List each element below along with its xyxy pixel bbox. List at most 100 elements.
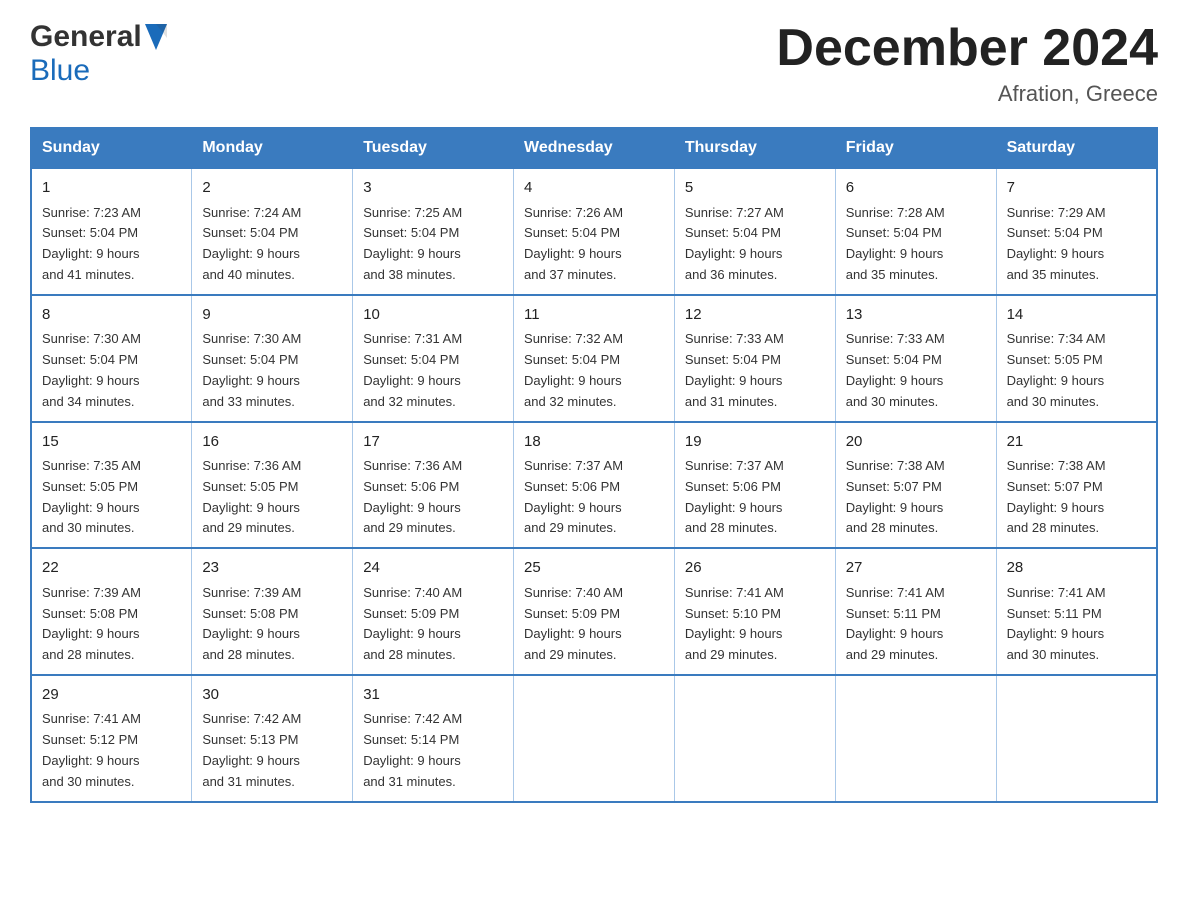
- col-tuesday: Tuesday: [353, 128, 514, 168]
- calendar-week-row: 8 Sunrise: 7:30 AM Sunset: 5:04 PM Dayli…: [31, 295, 1157, 422]
- day-number: 17: [363, 431, 503, 454]
- table-row: 18 Sunrise: 7:37 AM Sunset: 5:06 PM Dayl…: [514, 422, 675, 549]
- day-number: 2: [202, 177, 342, 200]
- col-saturday: Saturday: [996, 128, 1157, 168]
- day-info: Sunrise: 7:40 AM Sunset: 5:09 PM Dayligh…: [363, 585, 462, 662]
- day-info: Sunrise: 7:32 AM Sunset: 5:04 PM Dayligh…: [524, 331, 623, 408]
- day-number: 15: [42, 431, 181, 454]
- day-number: 13: [846, 304, 986, 327]
- day-info: Sunrise: 7:42 AM Sunset: 5:13 PM Dayligh…: [202, 711, 301, 788]
- table-row: 9 Sunrise: 7:30 AM Sunset: 5:04 PM Dayli…: [192, 295, 353, 422]
- table-row: 5 Sunrise: 7:27 AM Sunset: 5:04 PM Dayli…: [674, 168, 835, 295]
- day-info: Sunrise: 7:41 AM Sunset: 5:12 PM Dayligh…: [42, 711, 141, 788]
- day-number: 14: [1007, 304, 1146, 327]
- day-number: 19: [685, 431, 825, 454]
- day-number: 8: [42, 304, 181, 327]
- table-row: 20 Sunrise: 7:38 AM Sunset: 5:07 PM Dayl…: [835, 422, 996, 549]
- title-section: December 2024 Afration, Greece: [776, 20, 1158, 107]
- table-row: 17 Sunrise: 7:36 AM Sunset: 5:06 PM Dayl…: [353, 422, 514, 549]
- table-row: 2 Sunrise: 7:24 AM Sunset: 5:04 PM Dayli…: [192, 168, 353, 295]
- day-info: Sunrise: 7:39 AM Sunset: 5:08 PM Dayligh…: [202, 585, 301, 662]
- calendar-table: Sunday Monday Tuesday Wednesday Thursday…: [30, 127, 1158, 802]
- table-row: 21 Sunrise: 7:38 AM Sunset: 5:07 PM Dayl…: [996, 422, 1157, 549]
- logo-general: General: [30, 20, 142, 54]
- day-info: Sunrise: 7:30 AM Sunset: 5:04 PM Dayligh…: [202, 331, 301, 408]
- day-number: 21: [1007, 431, 1146, 454]
- day-number: 4: [524, 177, 664, 200]
- day-info: Sunrise: 7:37 AM Sunset: 5:06 PM Dayligh…: [524, 458, 623, 535]
- day-info: Sunrise: 7:28 AM Sunset: 5:04 PM Dayligh…: [846, 205, 945, 282]
- table-row: 29 Sunrise: 7:41 AM Sunset: 5:12 PM Dayl…: [31, 675, 192, 802]
- table-row: 1 Sunrise: 7:23 AM Sunset: 5:04 PM Dayli…: [31, 168, 192, 295]
- calendar-week-row: 22 Sunrise: 7:39 AM Sunset: 5:08 PM Dayl…: [31, 548, 1157, 675]
- table-row: 11 Sunrise: 7:32 AM Sunset: 5:04 PM Dayl…: [514, 295, 675, 422]
- page-header: General Blue December 2024 Afration, Gre…: [30, 20, 1158, 107]
- calendar-week-row: 29 Sunrise: 7:41 AM Sunset: 5:12 PM Dayl…: [31, 675, 1157, 802]
- table-row: [835, 675, 996, 802]
- day-number: 9: [202, 304, 342, 327]
- col-friday: Friday: [835, 128, 996, 168]
- day-info: Sunrise: 7:29 AM Sunset: 5:04 PM Dayligh…: [1007, 205, 1106, 282]
- table-row: 3 Sunrise: 7:25 AM Sunset: 5:04 PM Dayli…: [353, 168, 514, 295]
- day-info: Sunrise: 7:27 AM Sunset: 5:04 PM Dayligh…: [685, 205, 784, 282]
- table-row: 8 Sunrise: 7:30 AM Sunset: 5:04 PM Dayli…: [31, 295, 192, 422]
- day-number: 24: [363, 557, 503, 580]
- table-row: 30 Sunrise: 7:42 AM Sunset: 5:13 PM Dayl…: [192, 675, 353, 802]
- table-row: 25 Sunrise: 7:40 AM Sunset: 5:09 PM Dayl…: [514, 548, 675, 675]
- day-info: Sunrise: 7:37 AM Sunset: 5:06 PM Dayligh…: [685, 458, 784, 535]
- table-row: 10 Sunrise: 7:31 AM Sunset: 5:04 PM Dayl…: [353, 295, 514, 422]
- table-row: 4 Sunrise: 7:26 AM Sunset: 5:04 PM Dayli…: [514, 168, 675, 295]
- day-info: Sunrise: 7:33 AM Sunset: 5:04 PM Dayligh…: [846, 331, 945, 408]
- day-info: Sunrise: 7:35 AM Sunset: 5:05 PM Dayligh…: [42, 458, 141, 535]
- day-info: Sunrise: 7:38 AM Sunset: 5:07 PM Dayligh…: [1007, 458, 1106, 535]
- day-number: 11: [524, 304, 664, 327]
- day-info: Sunrise: 7:26 AM Sunset: 5:04 PM Dayligh…: [524, 205, 623, 282]
- day-number: 6: [846, 177, 986, 200]
- day-number: 5: [685, 177, 825, 200]
- day-info: Sunrise: 7:40 AM Sunset: 5:09 PM Dayligh…: [524, 585, 623, 662]
- month-title: December 2024: [776, 20, 1158, 77]
- table-row: 19 Sunrise: 7:37 AM Sunset: 5:06 PM Dayl…: [674, 422, 835, 549]
- col-wednesday: Wednesday: [514, 128, 675, 168]
- day-number: 23: [202, 557, 342, 580]
- day-number: 27: [846, 557, 986, 580]
- table-row: [514, 675, 675, 802]
- day-info: Sunrise: 7:25 AM Sunset: 5:04 PM Dayligh…: [363, 205, 462, 282]
- table-row: 13 Sunrise: 7:33 AM Sunset: 5:04 PM Dayl…: [835, 295, 996, 422]
- table-row: 27 Sunrise: 7:41 AM Sunset: 5:11 PM Dayl…: [835, 548, 996, 675]
- day-info: Sunrise: 7:38 AM Sunset: 5:07 PM Dayligh…: [846, 458, 945, 535]
- location: Afration, Greece: [776, 81, 1158, 107]
- day-info: Sunrise: 7:36 AM Sunset: 5:05 PM Dayligh…: [202, 458, 301, 535]
- table-row: 28 Sunrise: 7:41 AM Sunset: 5:11 PM Dayl…: [996, 548, 1157, 675]
- calendar-week-row: 1 Sunrise: 7:23 AM Sunset: 5:04 PM Dayli…: [31, 168, 1157, 295]
- col-sunday: Sunday: [31, 128, 192, 168]
- table-row: [674, 675, 835, 802]
- table-row: 7 Sunrise: 7:29 AM Sunset: 5:04 PM Dayli…: [996, 168, 1157, 295]
- day-number: 1: [42, 177, 181, 200]
- day-number: 28: [1007, 557, 1146, 580]
- day-number: 31: [363, 684, 503, 707]
- table-row: 22 Sunrise: 7:39 AM Sunset: 5:08 PM Dayl…: [31, 548, 192, 675]
- table-row: 14 Sunrise: 7:34 AM Sunset: 5:05 PM Dayl…: [996, 295, 1157, 422]
- col-monday: Monday: [192, 128, 353, 168]
- table-row: 16 Sunrise: 7:36 AM Sunset: 5:05 PM Dayl…: [192, 422, 353, 549]
- calendar-header-row: Sunday Monday Tuesday Wednesday Thursday…: [31, 128, 1157, 168]
- day-number: 7: [1007, 177, 1146, 200]
- day-number: 30: [202, 684, 342, 707]
- table-row: 24 Sunrise: 7:40 AM Sunset: 5:09 PM Dayl…: [353, 548, 514, 675]
- day-number: 18: [524, 431, 664, 454]
- day-number: 20: [846, 431, 986, 454]
- day-number: 10: [363, 304, 503, 327]
- day-info: Sunrise: 7:30 AM Sunset: 5:04 PM Dayligh…: [42, 331, 141, 408]
- day-info: Sunrise: 7:34 AM Sunset: 5:05 PM Dayligh…: [1007, 331, 1106, 408]
- table-row: [996, 675, 1157, 802]
- logo-blue: Blue: [30, 54, 90, 87]
- day-info: Sunrise: 7:24 AM Sunset: 5:04 PM Dayligh…: [202, 205, 301, 282]
- day-info: Sunrise: 7:41 AM Sunset: 5:11 PM Dayligh…: [1007, 585, 1106, 662]
- day-info: Sunrise: 7:23 AM Sunset: 5:04 PM Dayligh…: [42, 205, 141, 282]
- day-info: Sunrise: 7:33 AM Sunset: 5:04 PM Dayligh…: [685, 331, 784, 408]
- day-number: 22: [42, 557, 181, 580]
- day-info: Sunrise: 7:41 AM Sunset: 5:10 PM Dayligh…: [685, 585, 784, 662]
- table-row: 26 Sunrise: 7:41 AM Sunset: 5:10 PM Dayl…: [674, 548, 835, 675]
- day-info: Sunrise: 7:39 AM Sunset: 5:08 PM Dayligh…: [42, 585, 141, 662]
